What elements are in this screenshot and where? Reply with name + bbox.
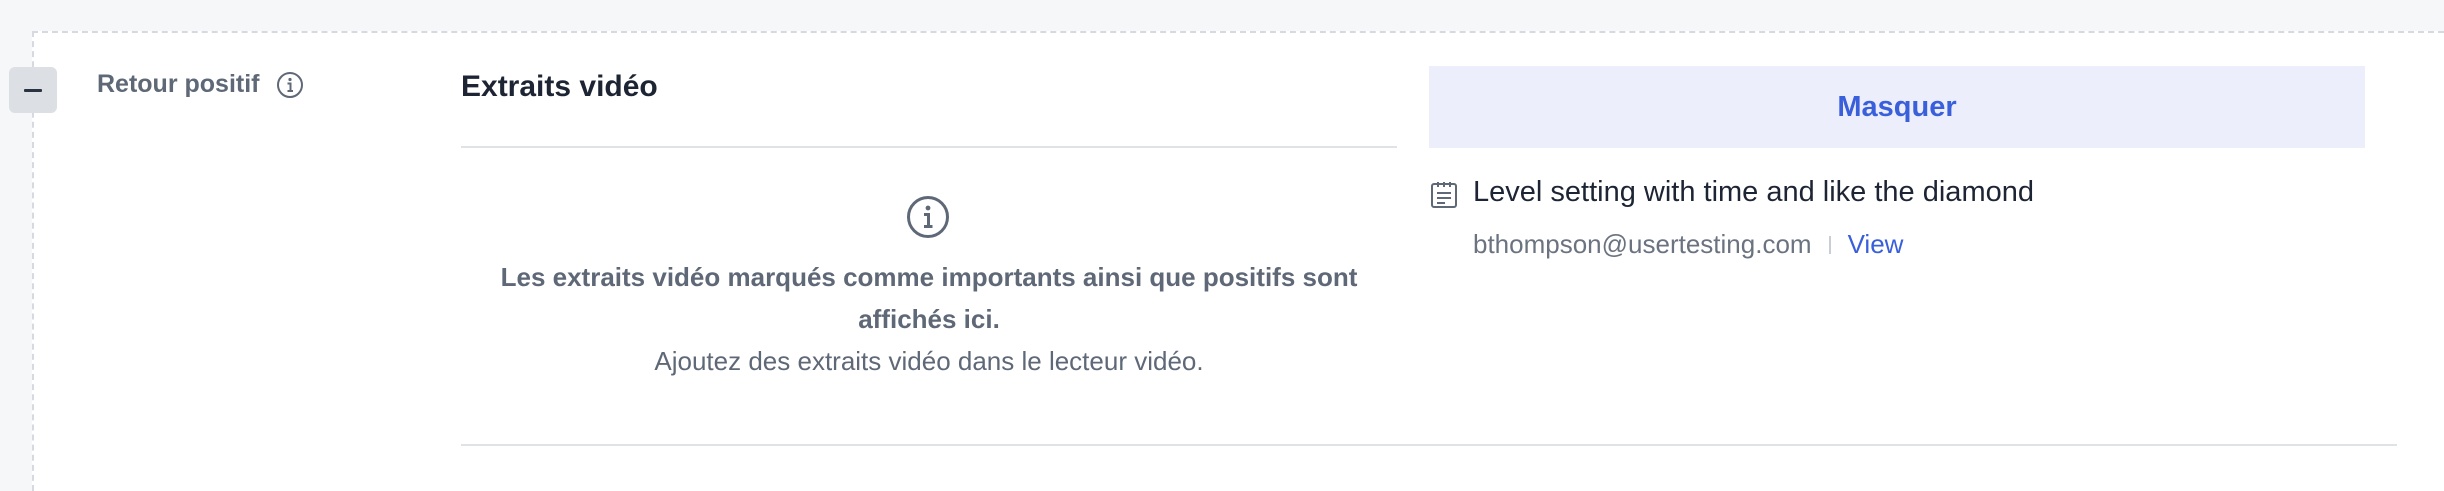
info-icon — [906, 195, 950, 239]
divider — [461, 146, 1397, 148]
video-clips-title: Extraits vidéo — [461, 70, 658, 103]
minus-icon — [24, 88, 42, 92]
separator — [1828, 235, 1831, 254]
note-meta: bthompson@usertesting.com View — [1473, 229, 1903, 260]
hide-button[interactable]: Masquer — [1429, 66, 2365, 148]
empty-state-hint: Ajoutez des extraits vidéo dans le lecte… — [654, 346, 1204, 376]
note-author: bthompson@usertesting.com — [1473, 229, 1812, 259]
note-title: Level setting with time and like the dia… — [1473, 176, 2034, 208]
view-link[interactable]: View — [1848, 229, 1904, 260]
info-icon[interactable] — [276, 71, 304, 99]
empty-state-message: Les extraits vidéo marqués comme importa… — [461, 256, 1397, 382]
section-title: Retour positif — [97, 70, 260, 98]
empty-state-line-1: Les extraits vidéo marqués comme importa… — [500, 262, 1358, 292]
divider — [461, 444, 2397, 446]
note-icon — [1429, 180, 1459, 210]
collapse-section-button[interactable] — [9, 67, 57, 113]
section-header: Retour positif — [97, 70, 304, 99]
empty-state-line-2: affichés ici. — [858, 304, 1000, 334]
